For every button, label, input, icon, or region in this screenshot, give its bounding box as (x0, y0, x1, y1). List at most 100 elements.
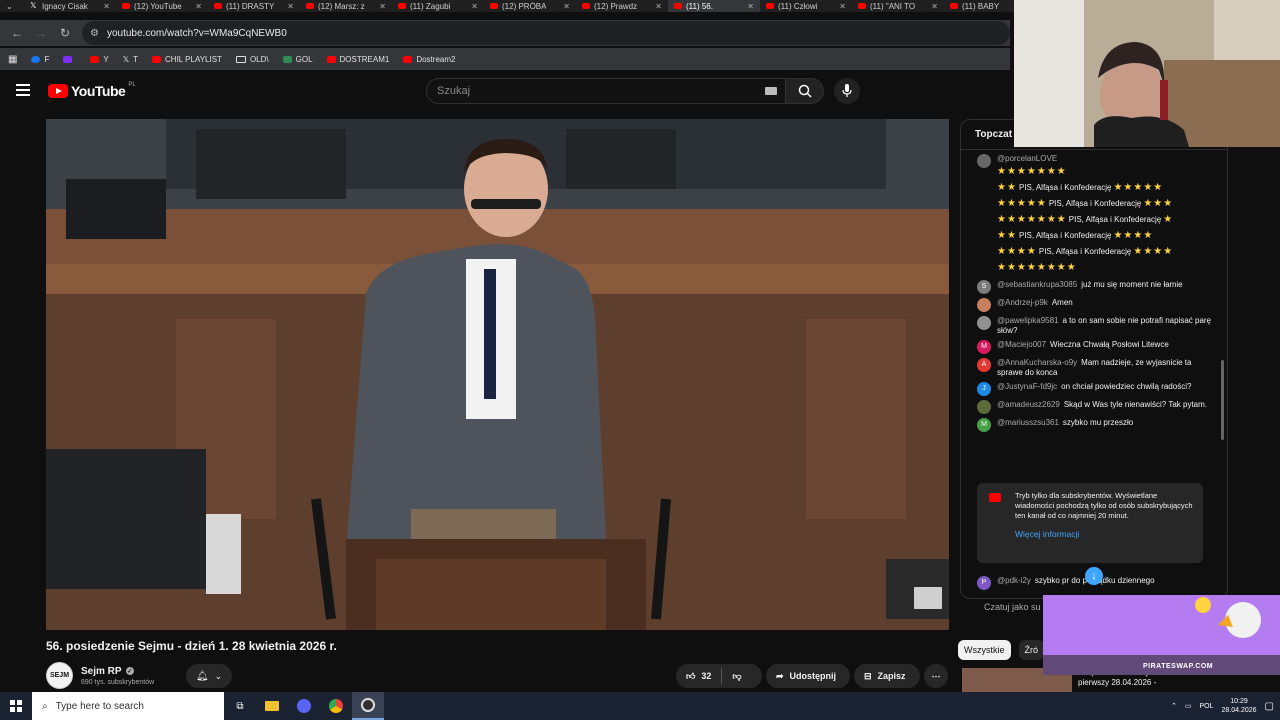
channel-info[interactable]: SEJM Sejm RP ✓ 690 tys. subskrybentów (46, 662, 154, 689)
chat-message: M @mariusszsu361 szybko mu przeszło (977, 418, 1217, 432)
chat-username[interactable]: @Andrzej-p9k (997, 298, 1048, 307)
taskbar-search-input[interactable]: ⌕ Type here to search (32, 692, 224, 720)
bookmark-item[interactable]: CHIL PLAYLIST (152, 55, 222, 64)
browser-tab[interactable]: (11) 56. ✕ (668, 0, 760, 12)
start-button[interactable] (0, 692, 32, 720)
bookmark-item[interactable]: OLD\ (235, 55, 269, 64)
browser-tab[interactable]: (11) Zagubi ✕ (392, 0, 484, 12)
tab-label: Ignacy Cisak (42, 1, 88, 11)
task-view-icon[interactable]: ⧉ (224, 692, 256, 720)
tab-label: (12) Prawdz (594, 1, 638, 11)
chat-username[interactable]: @pawelipka9581 (997, 316, 1059, 325)
close-icon[interactable]: ✕ (287, 2, 294, 11)
close-icon[interactable]: ✕ (103, 2, 110, 11)
chat-username[interactable]: @AnnaKucharska-o9y (997, 358, 1077, 367)
bookmark-item[interactable]: Dostream2 (403, 55, 455, 64)
close-icon[interactable]: ✕ (195, 2, 202, 11)
video-player[interactable] (46, 119, 949, 630)
webcam-frame (1014, 0, 1280, 147)
obs-icon[interactable] (352, 692, 384, 720)
close-icon[interactable]: ✕ (839, 2, 846, 11)
browser-tab[interactable]: (12) Prawdz ✕ (576, 0, 668, 12)
thumbs-down-icon: 👎︎ (732, 670, 742, 681)
reload-icon[interactable]: ↻ (58, 26, 72, 40)
back-icon[interactable]: ← (10, 26, 24, 40)
more-info-link[interactable]: Więcej informacji (1015, 529, 1195, 539)
search-input[interactable]: Szukaj (426, 78, 786, 104)
chevron-up-icon[interactable]: ⌃ (1171, 702, 1177, 710)
save-button[interactable]: ⊟ Zapisz (854, 664, 920, 688)
voice-search-button[interactable] (834, 78, 860, 104)
chat-username[interactable]: @JustynaF-fd9jc (997, 382, 1057, 391)
language-indicator[interactable]: POL (1199, 703, 1213, 710)
close-icon[interactable]: ✕ (931, 2, 938, 11)
menu-hamburger-icon[interactable] (16, 84, 30, 96)
chat-username[interactable]: @amadeusz2629 (997, 400, 1060, 409)
browser-tab[interactable]: 𝕏 Ignacy Cisak ✕ (24, 0, 116, 12)
share-button[interactable]: ➦ Udostępnij (766, 664, 850, 688)
bookmark-item[interactable]: F (31, 55, 49, 64)
chat-username[interactable]: @sebastiankrupa3085 (997, 280, 1077, 289)
more-actions-button[interactable]: ⋯ (924, 664, 948, 688)
close-icon[interactable]: ✕ (563, 2, 570, 11)
close-icon[interactable]: ✕ (747, 2, 754, 11)
avatar: M (977, 418, 991, 432)
close-icon[interactable]: ✕ (655, 2, 662, 11)
browser-tabs: 𝕏 Ignacy Cisak ✕ (12) YouTube ✕ (11) DRASTY ✕(… (24, 0, 1036, 12)
clock[interactable]: 10:29 28.04.2026 (1222, 697, 1257, 715)
chat-username[interactable]: @porcelanLOVE (997, 154, 1057, 163)
url-field[interactable]: ⚙ youtube.com/watch?v=WMa9CqNEWB0 (82, 21, 1010, 45)
bookmark-label: Y (103, 54, 109, 64)
bookmark-item[interactable] (63, 55, 76, 64)
browser-tab[interactable]: (11) Człowi ✕ (760, 0, 852, 12)
youtube-icon (858, 3, 866, 9)
like-dislike-group: 👍︎ 32 👎︎ (676, 664, 762, 688)
bookmarks-bar: ▦ F Y 𝕏 T CHIL PLAYLIST OLD\ GOL DOSTREAM1 Dostr… (0, 48, 1010, 70)
channel-name[interactable]: Sejm RP (81, 666, 122, 677)
bookmark-item[interactable]: GOL (282, 55, 313, 64)
network-icon[interactable]: ▭ (1185, 702, 1192, 710)
file-explorer-icon[interactable] (256, 692, 288, 720)
chat-scrollbar[interactable] (1221, 360, 1224, 440)
ad-overlay[interactable]: PIRATESWAP.COM (1043, 595, 1280, 675)
keyboard-icon[interactable] (765, 87, 777, 95)
browser-tab[interactable]: (12) PRÓBA ✕ (484, 0, 576, 12)
browser-tab[interactable]: (12) Marsz: z ✕ (300, 0, 392, 12)
scroll-down-button[interactable]: ↓ (1085, 567, 1103, 585)
divider (721, 668, 723, 684)
chat-username[interactable]: @pdk-i2y (997, 576, 1031, 585)
youtube-icon (582, 3, 590, 9)
chip-all[interactable]: Wszystkie (958, 640, 1011, 660)
forward-icon[interactable]: → (34, 26, 48, 40)
chat-username[interactable]: @mariusszsu361 (997, 418, 1059, 427)
close-icon[interactable]: ✕ (379, 2, 386, 11)
youtube-icon (766, 3, 774, 9)
tab-list-button[interactable]: ⌄ (0, 0, 24, 12)
bookmark-item[interactable]: 𝕏T (123, 55, 138, 64)
microphone-icon (842, 84, 852, 97)
close-icon[interactable]: ✕ (471, 2, 478, 11)
notification-center-icon[interactable]: ▢ (1265, 701, 1274, 712)
bookmark-icon: ⊟ (864, 670, 872, 681)
browser-tab[interactable]: (12) YouTube ✕ (116, 0, 208, 12)
notification-bell-button[interactable]: 🔔︎ ⌄ (186, 664, 232, 688)
chip-source[interactable]: Źró (1018, 640, 1044, 660)
channel-avatar[interactable]: SEJM (46, 662, 73, 689)
chrome-icon[interactable] (320, 692, 352, 720)
search-button[interactable] (786, 78, 824, 104)
bookmark-item[interactable]: Y (90, 54, 109, 64)
discord-icon[interactable] (288, 692, 320, 720)
like-button[interactable]: 👍︎ 32 (686, 671, 711, 682)
browser-tab[interactable]: (11) DRASTY ✕ (208, 0, 300, 12)
chat-text: PIS, Alfąsa i Konfederację (1018, 183, 1112, 192)
bookmark-item[interactable]: DOSTREAM1 (326, 55, 389, 64)
dislike-button[interactable]: 👎︎ (732, 671, 741, 682)
site-info-icon[interactable]: ⚙ (90, 28, 99, 39)
youtube-logo[interactable]: YouTube PL (48, 82, 136, 99)
filter-chips: Wszystkie Źró (958, 640, 1044, 660)
chat-username[interactable]: @Maciejo007 (997, 340, 1046, 349)
apps-grid-icon[interactable]: ▦ (8, 54, 17, 65)
youtube-icon (152, 55, 162, 63)
browser-tab[interactable]: (11) "ANI TO ✕ (852, 0, 944, 12)
youtube-icon (398, 3, 406, 9)
